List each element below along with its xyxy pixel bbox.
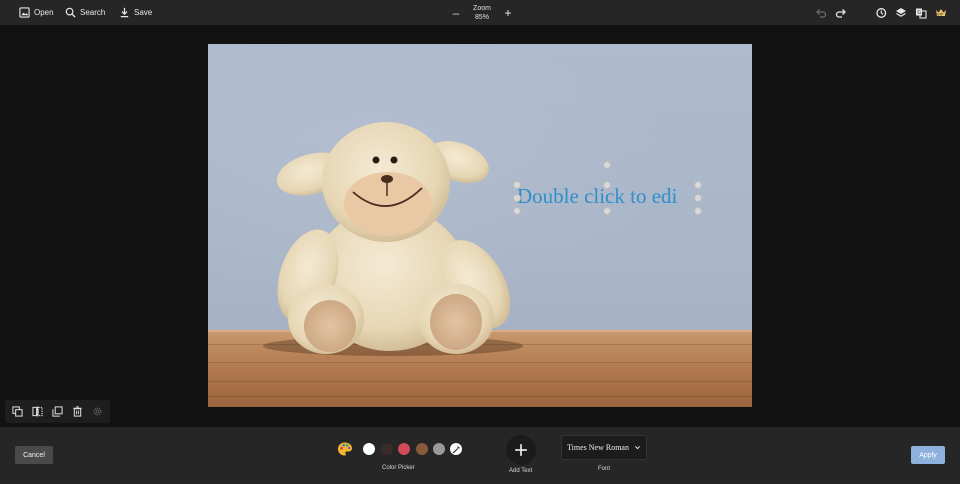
resize-handle-left[interactable]: [513, 194, 521, 202]
translate-icon: G: [915, 8, 927, 19]
copy-button[interactable]: [51, 406, 63, 418]
apply-button[interactable]: Apply: [911, 446, 945, 464]
resize-handle-bottom[interactable]: [603, 207, 611, 215]
settings-icon: [93, 407, 101, 416]
plus-icon: [515, 444, 527, 456]
color-swatch-dark-brown[interactable]: [381, 443, 393, 455]
open-button[interactable]: Open: [19, 0, 54, 25]
photo-canvas[interactable]: [208, 44, 752, 407]
zoom-control: – Zoom 85% +: [450, 0, 514, 25]
resize-handle-top-right[interactable]: [694, 181, 702, 189]
palette-icon[interactable]: [337, 441, 353, 457]
image-icon: [19, 7, 30, 18]
flip-button[interactable]: [31, 406, 43, 418]
rotate-handle[interactable]: [603, 161, 611, 169]
undo-button[interactable]: [814, 6, 827, 19]
vip-button[interactable]: VIP: [934, 6, 947, 19]
zoom-in-button[interactable]: +: [502, 7, 514, 19]
svg-text:G: G: [917, 10, 921, 16]
history-icon: [875, 7, 886, 18]
resize-handle-right[interactable]: [694, 194, 702, 202]
add-text-button[interactable]: [506, 435, 536, 465]
undo-icon: [815, 8, 826, 18]
font-label: Font: [598, 466, 611, 472]
duplicate-icon: [11, 406, 23, 417]
color-swatch-red[interactable]: [398, 443, 410, 455]
svg-text:VIP: VIP: [937, 12, 942, 16]
redo-button[interactable]: [834, 6, 847, 19]
translate-button[interactable]: G: [914, 6, 927, 19]
eyedropper-button[interactable]: [450, 443, 462, 455]
add-text-label: Add Text: [509, 468, 533, 474]
top-toolbar: Open Search Save – Zoom 85% + G VIP: [0, 0, 960, 25]
search-button[interactable]: Search: [65, 0, 105, 25]
zoom-value: 85%: [474, 13, 489, 21]
color-swatch-gray[interactable]: [433, 443, 445, 455]
color-swatch-white[interactable]: [363, 443, 375, 455]
cancel-button[interactable]: Cancel: [15, 446, 53, 464]
font-select-value: Times New Roman: [567, 443, 629, 452]
resize-handle-top[interactable]: [603, 181, 611, 189]
save-button[interactable]: Save: [119, 0, 152, 25]
download-icon: [120, 7, 129, 18]
delete-icon: [72, 406, 82, 417]
search-icon: [65, 7, 76, 18]
text-options-panel: Cancel Color Picker Add Text Times New R…: [0, 427, 960, 484]
plush-lamb-illustration: [263, 122, 523, 356]
eyedropper-icon: [451, 445, 460, 453]
font-select[interactable]: Times New Roman: [561, 435, 647, 460]
copy-icon: [51, 406, 63, 417]
zoom-readout: Zoom 85%: [473, 4, 491, 22]
layers-icon: [895, 7, 906, 17]
redo-icon: [835, 8, 846, 18]
resize-handle-top-left[interactable]: [513, 181, 521, 189]
delete-button[interactable]: [71, 406, 83, 418]
color-picker-label: Color Picker: [382, 465, 415, 471]
settings-button[interactable]: [91, 406, 103, 418]
resize-handle-bottom-right[interactable]: [694, 207, 702, 215]
search-label: Search: [80, 8, 106, 17]
flip-icon: [31, 406, 43, 417]
zoom-out-button[interactable]: –: [450, 7, 462, 19]
open-label: Open: [34, 8, 54, 17]
history-button[interactable]: [874, 6, 887, 19]
zoom-label: Zoom: [473, 4, 491, 12]
vip-icon: VIP: [935, 8, 946, 16]
layers-button[interactable]: [894, 6, 907, 19]
duplicate-button[interactable]: [11, 406, 23, 418]
save-label: Save: [134, 8, 153, 17]
layer-actions-toolbar: [5, 400, 110, 423]
color-swatch-brown[interactable]: [416, 443, 428, 455]
resize-handle-bottom-left[interactable]: [513, 207, 521, 215]
chevron-down-icon: [635, 446, 640, 450]
